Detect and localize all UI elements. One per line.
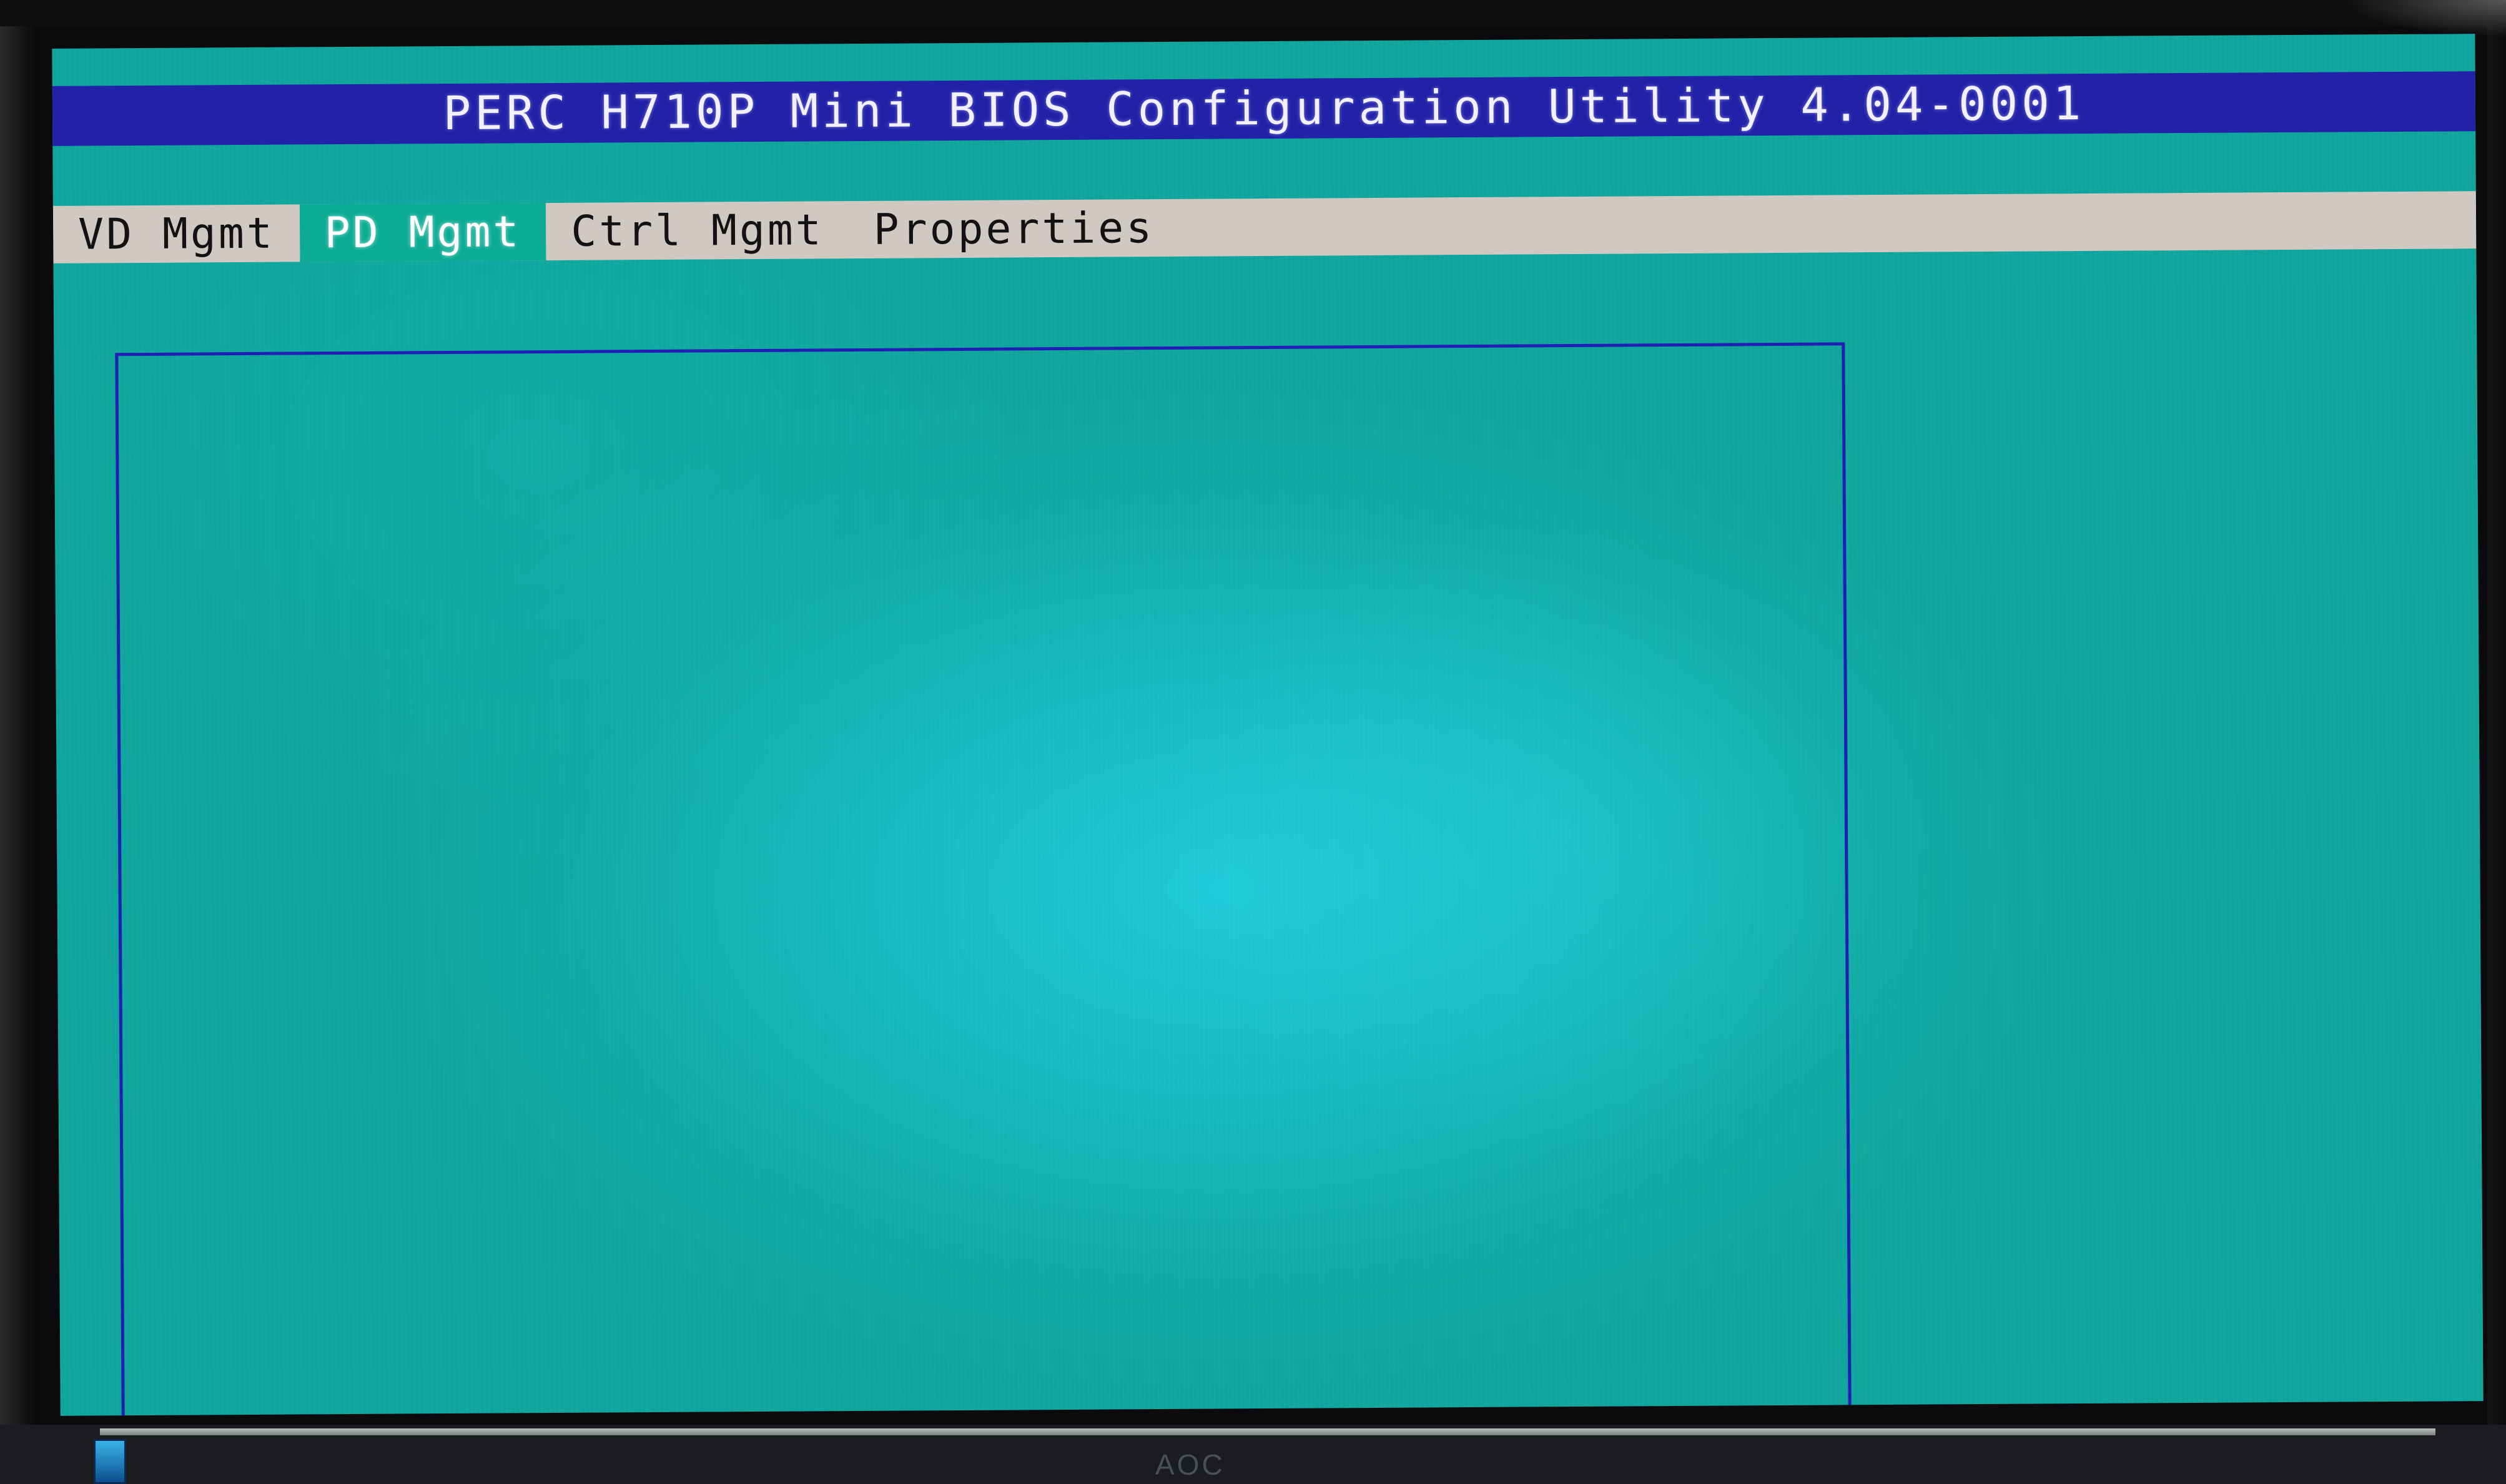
tab-pd-mgmt[interactable]: PD Mgmt	[299, 203, 546, 262]
monitor-power-led	[94, 1439, 126, 1484]
monitor-bezel-top	[0, 0, 2506, 26]
monitor-brand-logo: AOC	[1155, 1448, 1225, 1481]
tab-vd-mgmt[interactable]: VD Mgmt	[53, 204, 300, 263]
tab-properties-label: Properties	[873, 203, 1155, 255]
page-title: PERC H710P Mini BIOS Configuration Utili…	[443, 76, 2085, 141]
physical-disk-management-frame	[115, 342, 1852, 1416]
bios-utility-screen: PERC H710P Mini BIOS Configuration Utili…	[52, 34, 2484, 1416]
title-bar: PERC H710P Mini BIOS Configuration Utili…	[52, 71, 2476, 146]
tab-vd-mgmt-label: VD Mgmt	[77, 209, 275, 260]
tab-properties[interactable]: Properties	[848, 199, 1179, 258]
menu-bar[interactable]: VD Mgmt PD Mgmt Ctrl Mgmt Properties	[52, 191, 2477, 263]
monitor-photo: PERC H710P Mini BIOS Configuration Utili…	[0, 0, 2506, 1484]
monitor-bezel-highlight	[100, 1428, 2435, 1435]
monitor-screen: PERC H710P Mini BIOS Configuration Utili…	[39, 26, 2487, 1427]
monitor-bezel-left	[0, 0, 39, 1484]
tab-pd-mgmt-label: PD Mgmt	[324, 207, 521, 258]
tab-ctrl-mgmt-label: Ctrl Mgmt	[571, 205, 824, 257]
tab-ctrl-mgmt[interactable]: Ctrl Mgmt	[546, 201, 849, 260]
monitor-bezel-right	[2487, 0, 2506, 1484]
